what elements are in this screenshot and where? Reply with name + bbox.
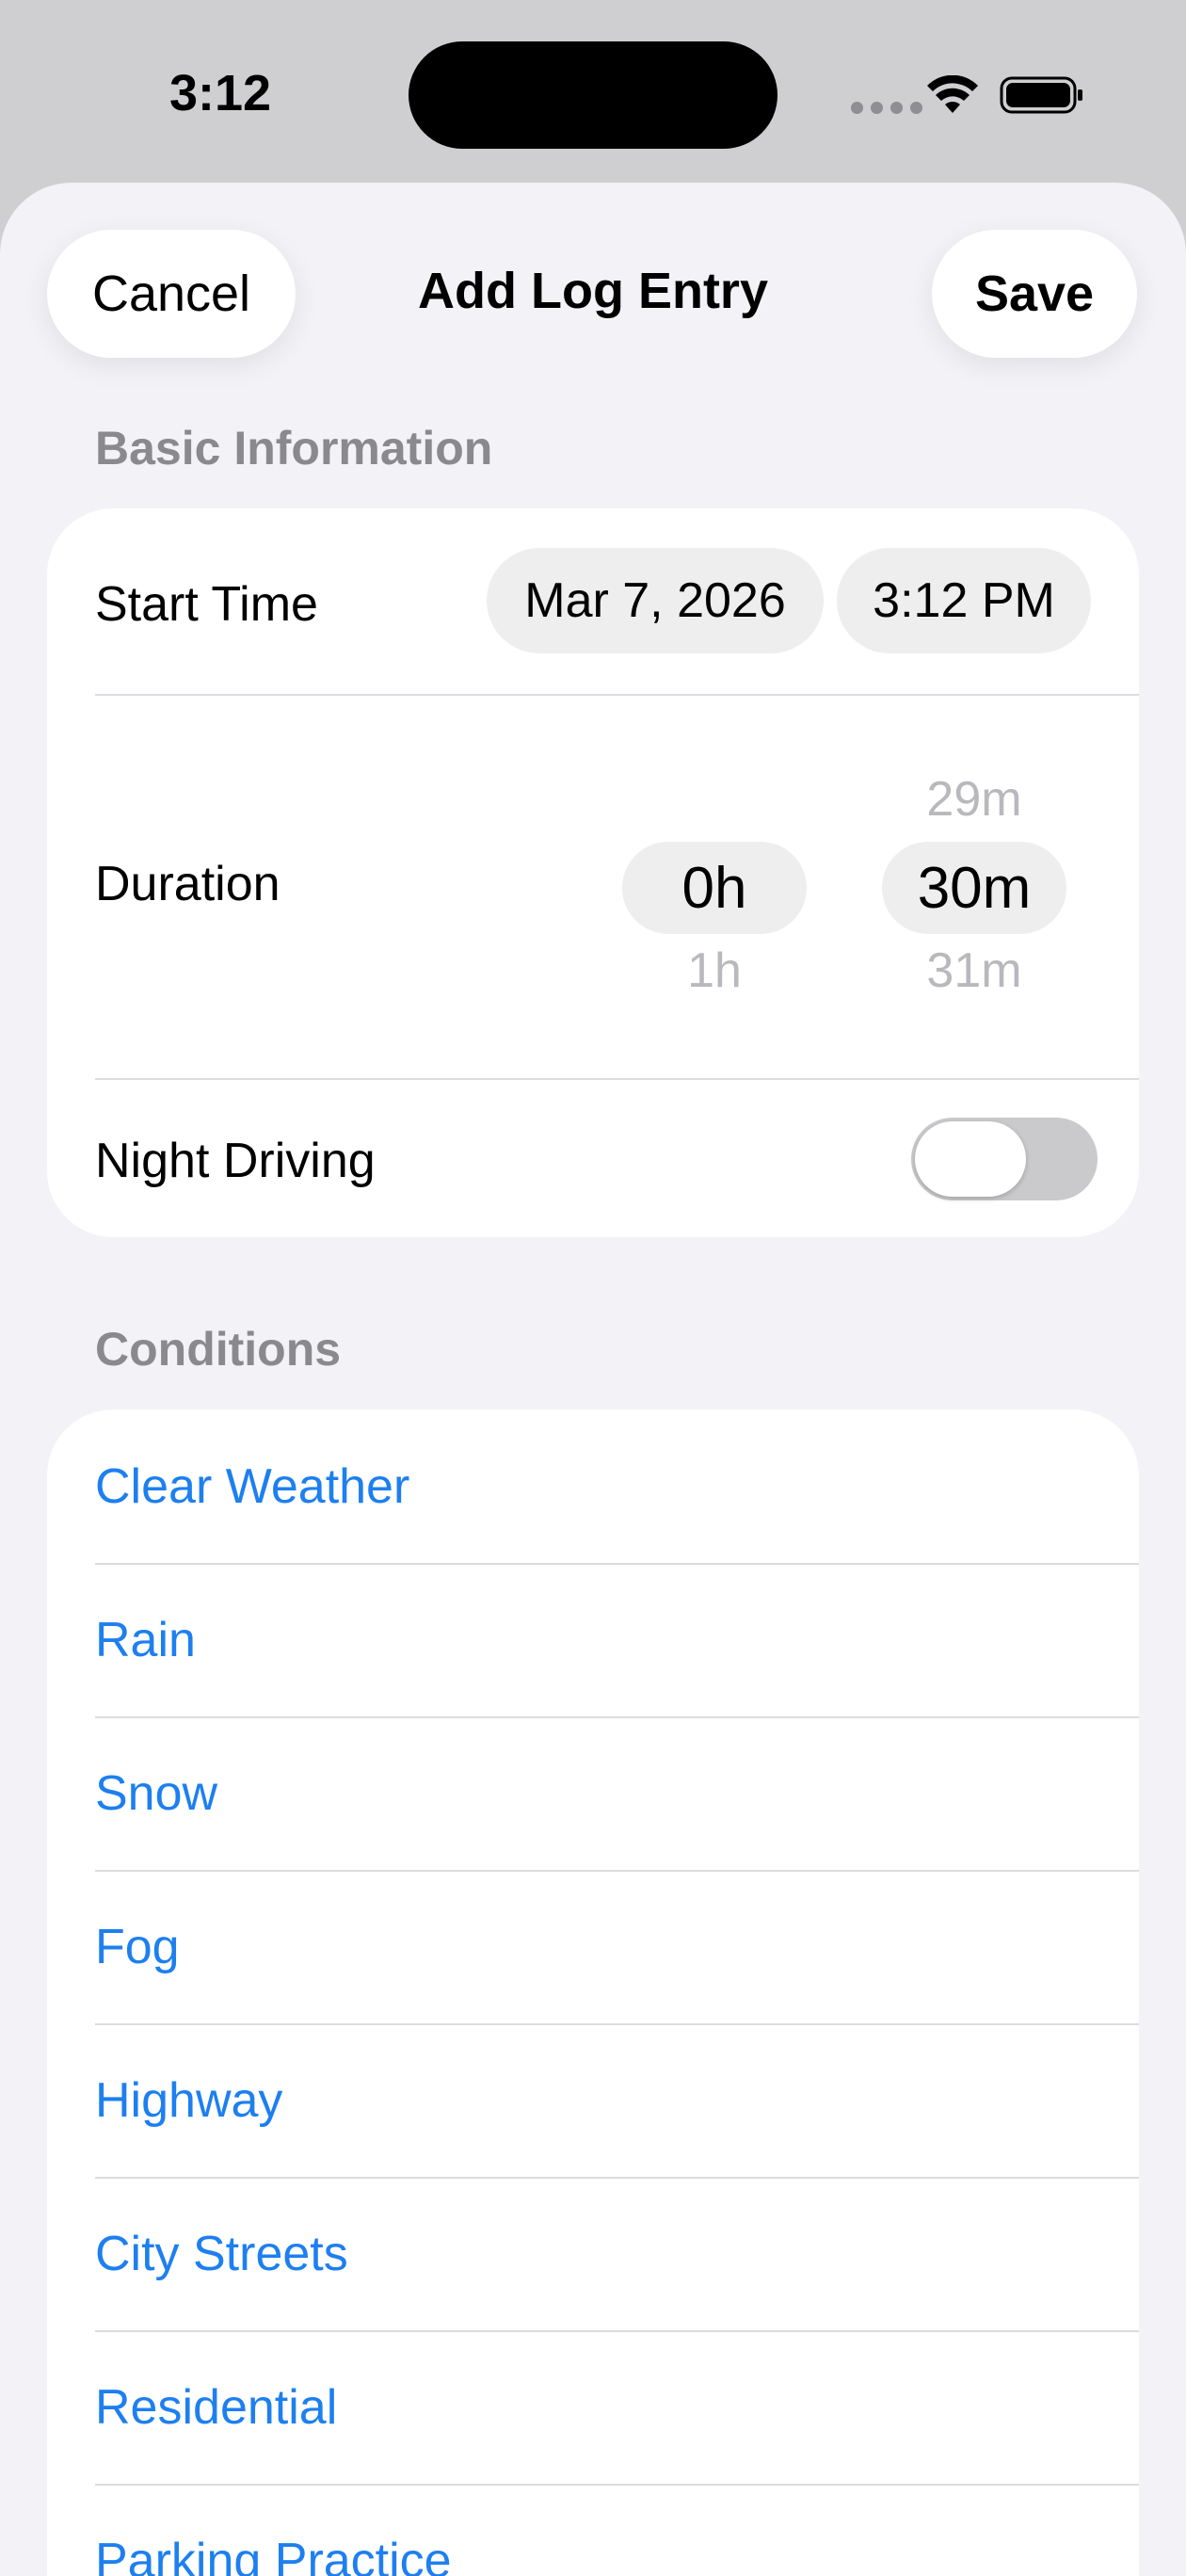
minutes-below-value: 31m — [926, 943, 1022, 998]
cellular-signal-icon — [851, 102, 922, 114]
night-driving-label: Night Driving — [95, 1134, 376, 1188]
start-time-row: Start Time Mar 7, 2026 3:12 PM — [47, 508, 1139, 695]
conditions-card: Clear Weather Rain Snow Fog Highway City… — [47, 1409, 1139, 2576]
duration-row: Duration 0h 1h 29m 30m 31m — [47, 696, 1139, 1078]
status-bar: 3:12 — [0, 0, 1186, 188]
night-driving-row: Night Driving — [47, 1080, 1139, 1237]
condition-label: Parking Practice — [95, 2533, 452, 2576]
duration-minutes-picker[interactable]: 29m 30m 31m — [882, 696, 1066, 1078]
toggle-knob — [915, 1121, 1026, 1197]
start-time-label: Start Time — [95, 577, 318, 632]
section-header-basic-information: Basic Information — [95, 422, 493, 475]
condition-parking-practice[interactable]: Parking Practice — [47, 2484, 1139, 2576]
status-time: 3:12 — [169, 65, 272, 121]
section-header-conditions: Conditions — [95, 1323, 342, 1376]
condition-rain[interactable]: Rain — [47, 1563, 1139, 1716]
condition-label: Rain — [95, 1612, 196, 1667]
condition-snow[interactable]: Snow — [47, 1716, 1139, 1870]
save-button[interactable]: Save — [932, 230, 1137, 358]
duration-hours-picker[interactable]: 0h 1h — [622, 696, 807, 1078]
hours-selected-value: 0h — [622, 842, 807, 934]
minutes-above-value: 29m — [926, 772, 1022, 827]
condition-label: Fog — [95, 1919, 180, 1974]
night-driving-toggle[interactable] — [911, 1118, 1098, 1200]
condition-label: Residential — [95, 2379, 338, 2435]
duration-label: Duration — [95, 857, 280, 911]
condition-fog[interactable]: Fog — [47, 1870, 1139, 2023]
condition-label: City Streets — [95, 2226, 348, 2281]
wifi-icon — [927, 75, 978, 113]
minutes-selected-value: 30m — [882, 842, 1066, 934]
condition-city-streets[interactable]: City Streets — [47, 2177, 1139, 2330]
start-date-button[interactable]: Mar 7, 2026 — [487, 548, 824, 653]
battery-icon — [1000, 76, 1082, 114]
dynamic-island — [409, 41, 777, 149]
add-log-entry-sheet: Cancel Add Log Entry Save Basic Informat… — [0, 183, 1186, 2576]
condition-label: Clear Weather — [95, 1458, 410, 1514]
condition-label: Snow — [95, 1765, 218, 1821]
condition-residential[interactable]: Residential — [47, 2330, 1139, 2484]
condition-clear-weather[interactable]: Clear Weather — [47, 1409, 1139, 1563]
condition-label: Highway — [95, 2072, 283, 2128]
basic-information-card: Start Time Mar 7, 2026 3:12 PM Duration … — [47, 508, 1139, 1237]
condition-highway[interactable]: Highway — [47, 2023, 1139, 2177]
start-time-button[interactable]: 3:12 PM — [837, 548, 1091, 653]
hours-below-value: 1h — [687, 943, 742, 998]
